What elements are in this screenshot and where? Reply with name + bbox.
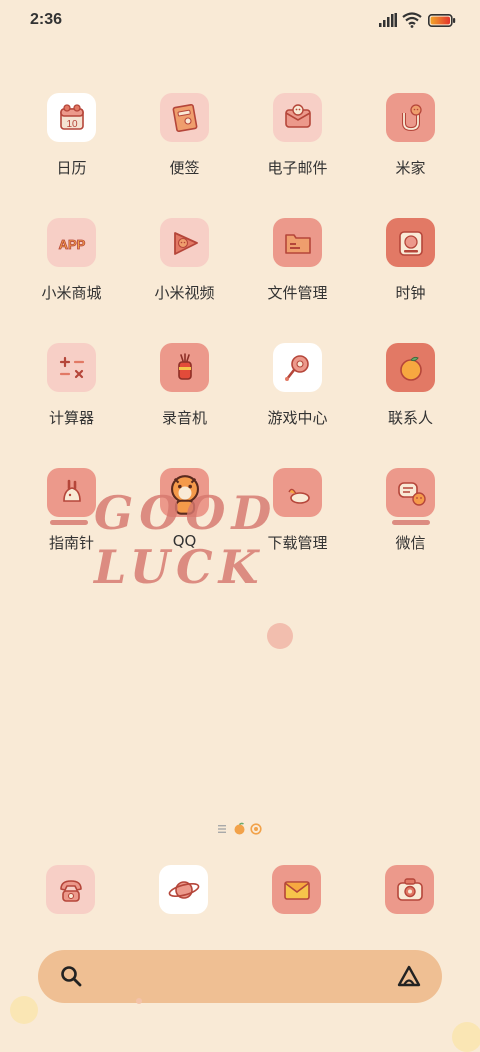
app-label: 下载管理 — [267, 534, 328, 552]
app-label: 小米视频 — [154, 284, 215, 302]
app-label: QQ — [172, 532, 197, 550]
signal-icon — [379, 13, 397, 27]
orange-icon — [386, 343, 435, 392]
app-compass[interactable]: 指南针 — [15, 468, 128, 578]
app-contacts[interactable]: 联系人 — [354, 343, 467, 453]
camera-icon — [396, 877, 423, 901]
wallpaper-blob — [452, 1022, 480, 1052]
app-email[interactable]: 电子邮件 — [241, 93, 354, 203]
floating-ball[interactable] — [267, 623, 293, 649]
folder-icon — [273, 218, 322, 267]
voice-assistant-icon[interactable] — [396, 964, 422, 988]
app-wechat[interactable]: 微信 — [354, 468, 467, 578]
app-label: 小米商城 — [41, 284, 102, 302]
search-icon[interactable] — [59, 964, 83, 988]
app-calculator[interactable]: 计算器 — [15, 343, 128, 453]
app-qq[interactable]: QQ — [128, 468, 241, 578]
app-label: 微信 — [395, 534, 426, 552]
app-files[interactable]: 文件管理 — [241, 218, 354, 328]
app-label: 游戏中心 — [267, 409, 328, 427]
app-label: 指南针 — [48, 534, 94, 552]
email-icon — [273, 93, 322, 142]
page-indicator[interactable] — [218, 822, 268, 836]
search-bar[interactable] — [38, 950, 442, 1003]
tiger-qq-icon — [160, 468, 209, 517]
app-game-center[interactable]: 游戏中心 — [241, 343, 354, 453]
dock-phone[interactable] — [46, 865, 95, 914]
app-label: 米家 — [395, 159, 426, 177]
wallpaper-blob — [10, 996, 38, 1024]
battery-icon — [428, 14, 456, 27]
app-label: 联系人 — [387, 409, 433, 427]
app-label: 文件管理 — [267, 284, 328, 302]
mijia-icon — [386, 93, 435, 142]
mi-store-text: APP — [58, 237, 85, 252]
download-icon — [273, 468, 322, 517]
app-label: 日历 — [56, 159, 87, 177]
video-icon — [160, 218, 209, 267]
game-center-icon — [273, 343, 322, 392]
app-calendar[interactable]: 10 日历 — [15, 93, 128, 203]
dock-browser[interactable] — [159, 865, 208, 914]
app-label: 时钟 — [395, 284, 426, 302]
dock-camera[interactable] — [385, 865, 434, 914]
clock-icon — [386, 218, 435, 267]
messages-envelope-icon — [283, 880, 310, 900]
wechat-icon — [386, 468, 435, 517]
calendar-day: 10 — [66, 119, 78, 130]
browser-planet-icon — [168, 880, 199, 899]
menu-lines-icon — [218, 825, 226, 833]
app-label: 便签 — [169, 159, 200, 177]
app-label: 计算器 — [48, 409, 94, 427]
app-clock[interactable]: 时钟 — [354, 218, 467, 328]
dock-messages[interactable] — [272, 865, 321, 914]
status-bar: 2:36 — [0, 0, 480, 42]
ring-page-icon — [250, 823, 262, 835]
app-mi-store[interactable]: APP 小米商城 — [15, 218, 128, 328]
status-time: 2:36 — [30, 11, 63, 28]
notes-icon — [160, 93, 209, 142]
mi-store-icon: APP — [47, 218, 96, 267]
app-label: 录音机 — [161, 409, 207, 427]
app-label: 电子邮件 — [267, 159, 328, 177]
wifi-icon — [402, 12, 422, 28]
app-downloads[interactable]: 下载管理 — [241, 468, 354, 578]
compass-icon — [47, 468, 96, 517]
app-notes[interactable]: 便签 — [128, 93, 241, 203]
peach-page-icon — [234, 822, 245, 835]
phone-icon — [59, 879, 82, 902]
calculator-icon — [47, 343, 96, 392]
recorder-icon — [160, 343, 209, 392]
calendar-icon: 10 — [47, 93, 96, 142]
wallpaper-blob — [136, 998, 142, 1004]
app-recorder[interactable]: 录音机 — [128, 343, 241, 453]
app-mijia[interactable]: 米家 — [354, 93, 467, 203]
app-video[interactable]: 小米视频 — [128, 218, 241, 328]
